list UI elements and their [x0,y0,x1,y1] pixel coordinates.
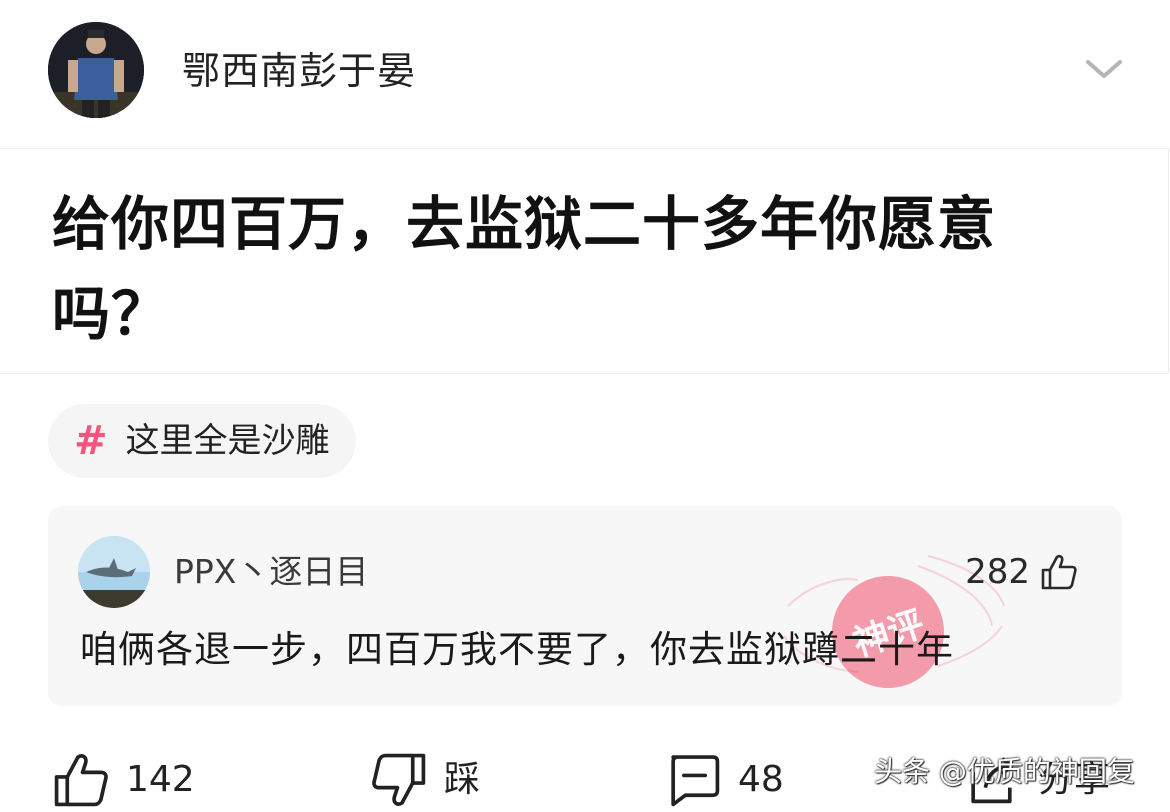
author-avatar[interactable] [48,22,144,118]
post-detail-page: 鄂西南彭于晏 给你四百万，去监狱二十多年你愿意吗？ # 这里全是沙雕 神评 PP… [0,0,1170,812]
comment-button[interactable]: 48 [664,748,784,812]
comment-like-button[interactable]: 282 [965,550,1078,594]
commenter-avatar[interactable] [78,536,150,608]
commenter-name[interactable]: PPX丶逐日目 [174,550,368,594]
comment-text: 咱俩各退一步，四百万我不要了，你去监狱蹲二十年 [80,628,954,671]
thumbs-down-icon [372,753,426,806]
comment-count: 48 [738,759,784,800]
dislike-label: 踩 [444,759,481,800]
post-title: 给你四百万，去监狱二十多年你愿意吗？ [52,190,997,348]
comment-icon [671,755,720,807]
chevron-down-icon[interactable] [1084,56,1124,84]
author-name[interactable]: 鄂西南彭于晏 [182,46,416,96]
topic-label: 这里全是沙雕 [125,421,330,461]
thumbs-up-icon [54,754,108,807]
hashtag-icon: # [74,418,108,464]
source-watermark: 头条 @优质的神回复 [874,755,1135,788]
topic-tag[interactable]: # 这里全是沙雕 [48,404,356,478]
like-count: 142 [126,759,195,800]
like-button[interactable]: 142 [52,748,195,812]
post-content: 给你四百万，去监狱二十多年你愿意吗？ [0,148,1169,374]
god-comment-card[interactable]: 神评 PPX丶逐日目 282 咱俩各退一步，四百万我不要了，你去监狱蹲二十年 [48,506,1122,706]
comment-like-count: 282 [965,552,1030,592]
dislike-button[interactable]: 踩 [370,748,480,812]
post-header: 鄂西南彭于晏 [0,0,1170,148]
author-avatar-image [48,22,144,118]
thumbs-up-icon [1041,554,1077,590]
commenter-avatar-image [78,536,150,608]
